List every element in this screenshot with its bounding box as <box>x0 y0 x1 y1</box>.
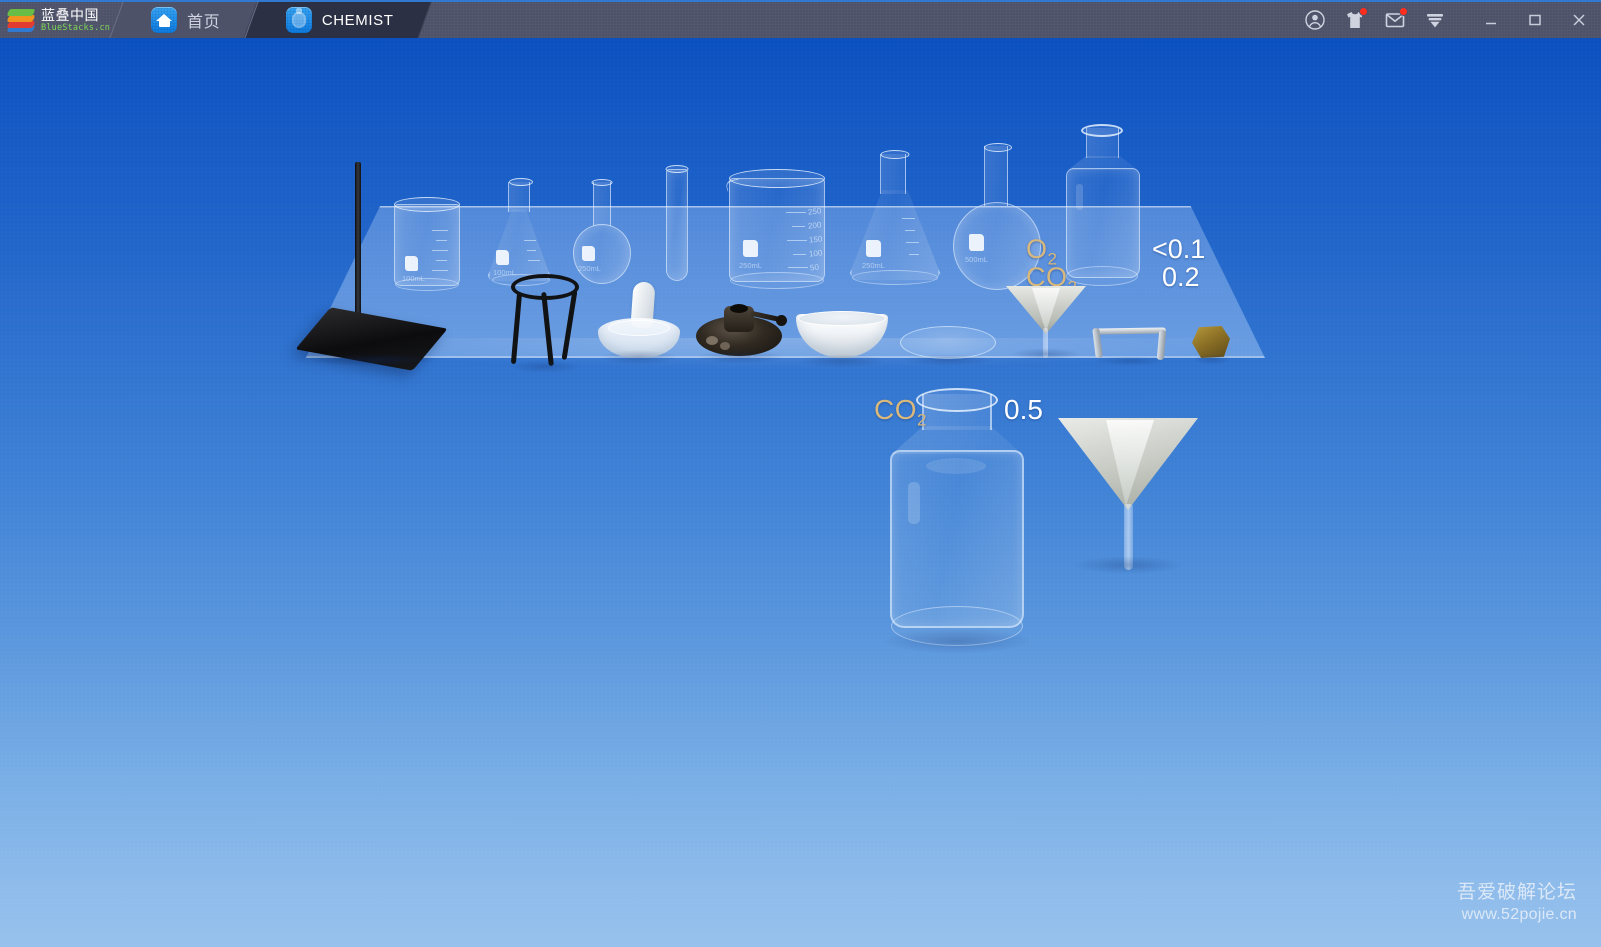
tab-home-label: 首页 <box>187 14 221 31</box>
alcohol-burner[interactable] <box>694 302 788 364</box>
beaker-small[interactable]: 100mL <box>392 194 462 292</box>
florence-small-sticker <box>582 246 595 261</box>
funnel-back[interactable] <box>1006 286 1086 360</box>
reagent-bottle-back[interactable] <box>1056 122 1148 300</box>
chemist-game-canvas[interactable]: 100mL 100mL 250mL 250 200 150 100 50 250… <box>0 38 1601 947</box>
florence-small-volume: 250mL <box>578 264 601 273</box>
beaker-graduation-200: 200 <box>807 220 822 231</box>
watermark-line2: www.52pojie.cn <box>1461 906 1577 923</box>
watermark-line1: 吾爱破解论坛 <box>1456 882 1577 904</box>
home-icon <box>151 7 177 33</box>
flask-small-sticker <box>496 250 509 265</box>
brand-name-cn: 蓝叠中国 <box>41 6 99 23</box>
florence-large-volume: 500mL <box>965 255 988 264</box>
tab-home[interactable]: 首页 <box>109 2 258 38</box>
erlenmeyer-flask-large[interactable]: 250mL <box>846 148 944 294</box>
title-bar: 蓝叠中国 BlueStacks.cn 首页 CHEMIST <box>0 0 1601 38</box>
maximize-button[interactable] <box>1513 2 1557 38</box>
account-icon[interactable] <box>1295 2 1335 38</box>
watch-glass[interactable] <box>900 326 996 366</box>
tab-strip: 首页 CHEMIST <box>109 2 432 38</box>
chemist-app-icon <box>286 7 313 33</box>
mortar-and-pestle[interactable] <box>596 281 682 365</box>
tripod-stand[interactable] <box>505 274 585 373</box>
gift-shirt-icon[interactable] <box>1335 2 1375 38</box>
brand-name-en: BlueStacks.cn <box>41 22 111 33</box>
beaker-small-sticker <box>405 256 418 271</box>
bluestacks-brand[interactable]: 蓝叠中国 BlueStacks.cn <box>0 2 110 38</box>
reagent-bottle-front[interactable] <box>876 382 1038 654</box>
back-bottle-gas2-value: 0.2 <box>1162 262 1200 292</box>
bluestacks-window: 蓝叠中国 BlueStacks.cn 首页 CHEMIST 100mL 100m… <box>0 0 1601 947</box>
back-bottle-gas1-value: <0.1 <box>1152 234 1206 264</box>
mineral-sample[interactable] <box>1192 326 1232 366</box>
flask-large-volume: 250mL <box>862 261 885 270</box>
metal-clamp[interactable] <box>1090 324 1172 366</box>
beaker-large-volume: 250mL <box>739 261 762 270</box>
beaker-graduation-150: 150 <box>808 234 823 245</box>
beaker-graduation-50: 50 <box>809 262 820 273</box>
beaker-graduation-250: 250 <box>807 206 822 217</box>
florence-large-sticker <box>969 234 984 251</box>
close-button[interactable] <box>1557 2 1601 38</box>
bluestacks-logo-icon <box>6 9 36 32</box>
funnel-front-with-filter-paper[interactable] <box>1058 418 1198 580</box>
test-tube[interactable] <box>664 164 690 286</box>
evaporating-dish[interactable] <box>796 310 888 368</box>
tab-chemist-label: CHEMIST <box>322 11 394 29</box>
beaker-large-sticker <box>743 240 758 257</box>
mail-badge <box>1399 7 1408 16</box>
brand-text: 蓝叠中国 BlueStacks.cn <box>41 8 110 33</box>
watermark: 吾爱破解论坛 www.52pojie.cn <box>1457 881 1577 925</box>
gift-badge <box>1359 7 1368 16</box>
download-icon[interactable] <box>1415 2 1455 38</box>
tab-chemist[interactable]: CHEMIST <box>244 2 432 38</box>
beaker-graduation-100: 100 <box>808 248 823 259</box>
flask-large-sticker <box>866 240 881 257</box>
florence-flask-large[interactable]: 500mL <box>948 142 1048 294</box>
mail-icon[interactable] <box>1375 2 1415 38</box>
beaker-large[interactable]: 250 200 150 100 50 250mL <box>724 166 828 294</box>
beaker-small-volume: 100mL <box>402 274 425 283</box>
minimize-button[interactable] <box>1469 2 1513 38</box>
window-controls <box>1295 2 1601 38</box>
